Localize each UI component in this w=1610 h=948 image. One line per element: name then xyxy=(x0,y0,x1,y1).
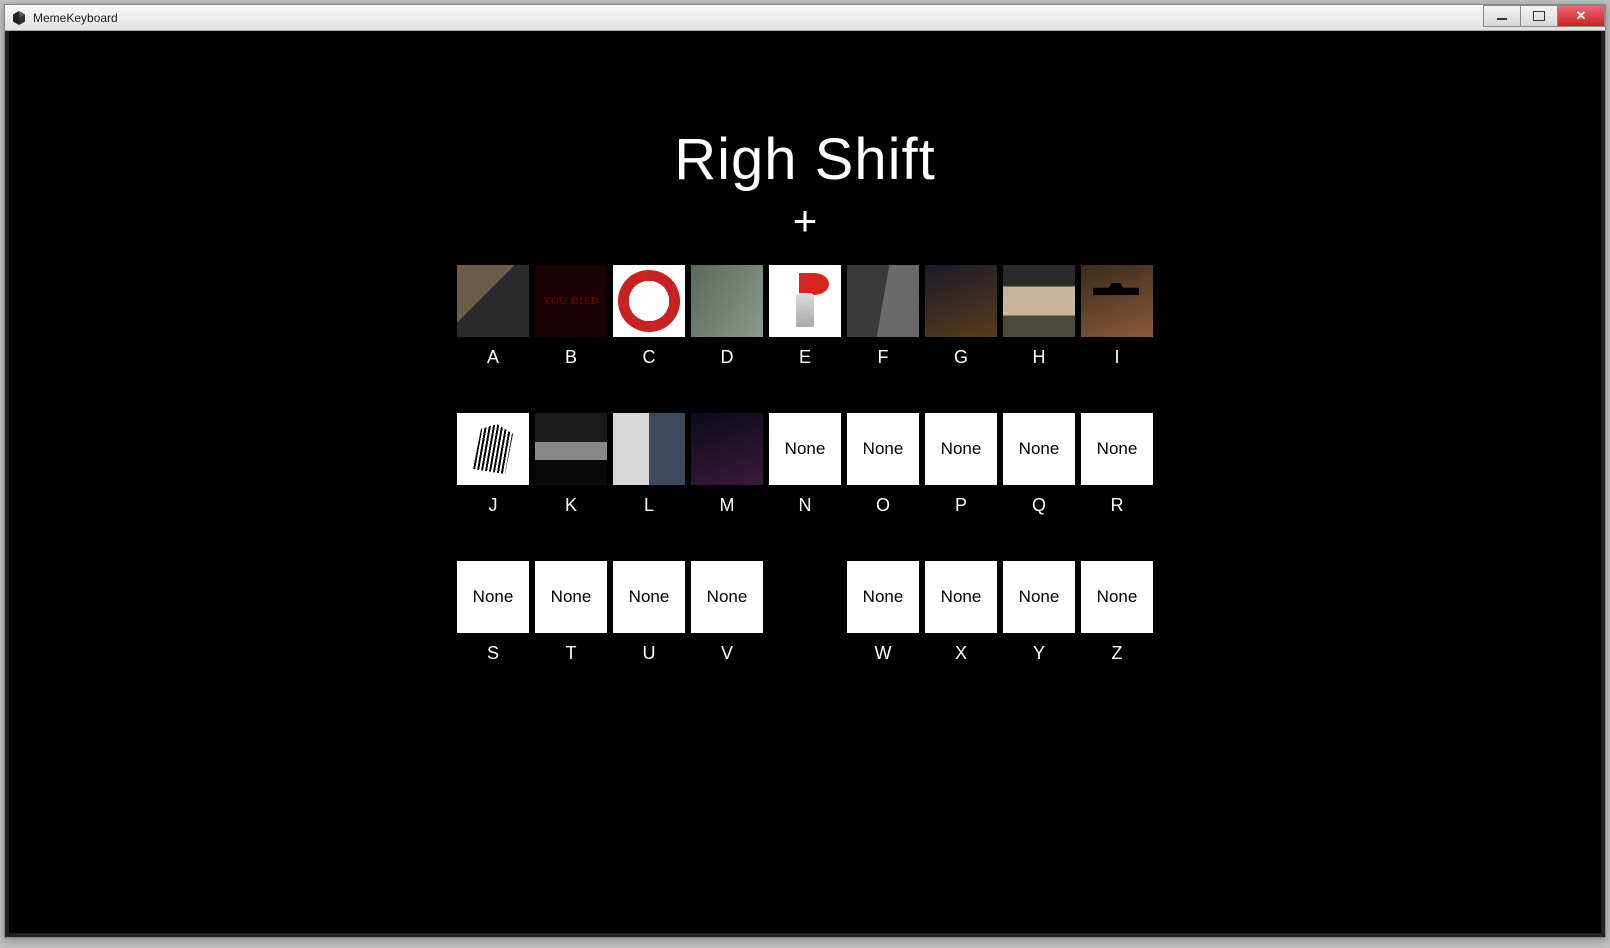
window-title: MemeKeyboard xyxy=(33,11,118,25)
key-label: M xyxy=(720,495,735,516)
key-label: Y xyxy=(1033,643,1045,664)
empty-thumb-q[interactable]: None xyxy=(1003,413,1075,485)
meme-thumb-f[interactable] xyxy=(847,265,919,337)
key-label: Q xyxy=(1032,495,1046,516)
key-slot-j: J xyxy=(457,413,529,516)
key-slot-z: None Z xyxy=(1081,561,1153,664)
meme-thumb-d[interactable] xyxy=(691,265,763,337)
key-slot-g: G xyxy=(925,265,997,368)
empty-thumb-x[interactable]: None xyxy=(925,561,997,633)
key-row: A B C D E F G H I xyxy=(457,265,1153,368)
minimize-button[interactable] xyxy=(1483,5,1521,27)
key-label: C xyxy=(643,347,656,368)
key-slot-o: None O xyxy=(847,413,919,516)
key-slot-m: M xyxy=(691,413,763,516)
key-slot-l: L xyxy=(613,413,685,516)
empty-thumb-o[interactable]: None xyxy=(847,413,919,485)
meme-thumb-l[interactable] xyxy=(613,413,685,485)
heading-plus: + xyxy=(793,197,818,245)
unity-icon xyxy=(11,10,27,26)
key-slot-q: None Q xyxy=(1003,413,1075,516)
key-row: J K L M None N None O None P None Q None R xyxy=(457,413,1153,516)
key-label: D xyxy=(721,347,734,368)
key-slot-w: None W xyxy=(847,561,919,664)
maximize-button[interactable] xyxy=(1520,5,1558,27)
key-label: W xyxy=(875,643,892,664)
key-slot-n: None N xyxy=(769,413,841,516)
empty-thumb-n[interactable]: None xyxy=(769,413,841,485)
titlebar-left: MemeKeyboard xyxy=(11,10,118,26)
key-label: T xyxy=(566,643,577,664)
key-slot-b: B xyxy=(535,265,607,368)
meme-thumb-i[interactable] xyxy=(1081,265,1153,337)
key-label: B xyxy=(565,347,577,368)
key-slot-e: E xyxy=(769,265,841,368)
meme-thumb-j[interactable] xyxy=(457,413,529,485)
key-label: S xyxy=(487,643,499,664)
key-label: G xyxy=(954,347,968,368)
meme-thumb-e[interactable] xyxy=(769,265,841,337)
empty-thumb-y[interactable]: None xyxy=(1003,561,1075,633)
meme-thumb-c[interactable] xyxy=(613,265,685,337)
meme-thumb-h[interactable] xyxy=(1003,265,1075,337)
key-label: O xyxy=(876,495,890,516)
meme-thumb-m[interactable] xyxy=(691,413,763,485)
key-slot-t: None T xyxy=(535,561,607,664)
key-slot-r: None R xyxy=(1081,413,1153,516)
key-label: P xyxy=(955,495,967,516)
key-slot-x: None X xyxy=(925,561,997,664)
key-label: J xyxy=(489,495,498,516)
titlebar: MemeKeyboard xyxy=(5,5,1605,31)
key-slot-c: C xyxy=(613,265,685,368)
empty-thumb-z[interactable]: None xyxy=(1081,561,1153,633)
key-label: I xyxy=(1114,347,1119,368)
key-label: E xyxy=(799,347,811,368)
key-slot-v: None V xyxy=(691,561,763,664)
key-slot-d: D xyxy=(691,265,763,368)
key-slot-s: None S xyxy=(457,561,529,664)
key-label: V xyxy=(721,643,733,664)
key-slot-a: A xyxy=(457,265,529,368)
key-label: X xyxy=(955,643,967,664)
empty-thumb-v[interactable]: None xyxy=(691,561,763,633)
window-controls xyxy=(1484,5,1605,30)
empty-thumb-t[interactable]: None xyxy=(535,561,607,633)
keyboard-grid: ABCDEFGHIJKLMNoneNNoneONonePNoneQNoneRNo… xyxy=(457,265,1153,664)
key-slot-f: F xyxy=(847,265,919,368)
empty-thumb-s[interactable]: None xyxy=(457,561,529,633)
meme-thumb-b[interactable] xyxy=(535,265,607,337)
empty-thumb-w[interactable]: None xyxy=(847,561,919,633)
key-label: H xyxy=(1033,347,1046,368)
key-label: L xyxy=(644,495,654,516)
heading-modifier: Righ Shift xyxy=(674,126,935,193)
meme-thumb-a[interactable] xyxy=(457,265,529,337)
empty-thumb-p[interactable]: None xyxy=(925,413,997,485)
key-label: K xyxy=(565,495,577,516)
key-slot-h: H xyxy=(1003,265,1075,368)
meme-thumb-k[interactable] xyxy=(535,413,607,485)
app-window: MemeKeyboard Righ Shift + A B C D E F G H I J K L M N… xyxy=(4,4,1606,938)
key-slot-p: None P xyxy=(925,413,997,516)
key-label: A xyxy=(487,347,499,368)
empty-thumb-u[interactable]: None xyxy=(613,561,685,633)
key-label: N xyxy=(799,495,812,516)
content-area: Righ Shift + ABCDEFGHIJKLMNoneNNoneONone… xyxy=(5,31,1605,937)
key-slot-i: I xyxy=(1081,265,1153,368)
empty-thumb-r[interactable]: None xyxy=(1081,413,1153,485)
key-label: U xyxy=(643,643,656,664)
key-row: None S None T None U None V None W None X None Y None Z xyxy=(457,561,1153,664)
close-button[interactable] xyxy=(1557,5,1605,27)
meme-thumb-g[interactable] xyxy=(925,265,997,337)
key-slot-y: None Y xyxy=(1003,561,1075,664)
key-slot-u: None U xyxy=(613,561,685,664)
key-label: F xyxy=(878,347,889,368)
key-label: R xyxy=(1111,495,1124,516)
key-slot-k: K xyxy=(535,413,607,516)
key-label: Z xyxy=(1112,643,1123,664)
